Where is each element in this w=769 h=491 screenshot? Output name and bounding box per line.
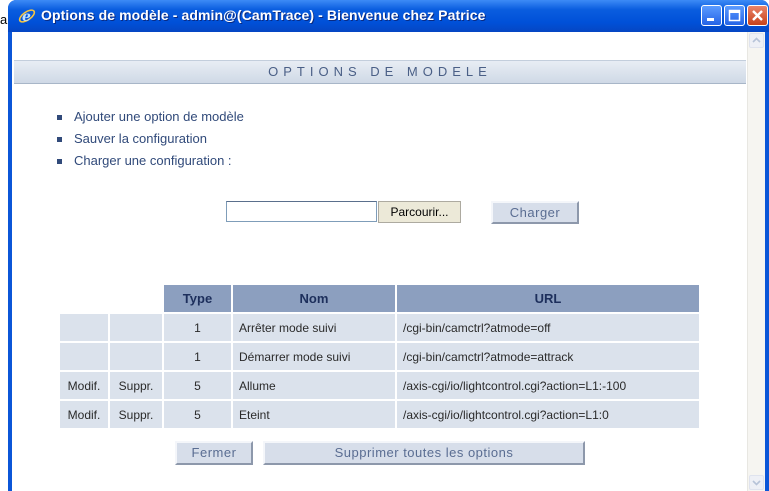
header-empty-suppr (110, 285, 162, 312)
save-config-link[interactable]: Sauver la configuration (56, 128, 244, 150)
row-url: /cgi-bin/camctrl?atmode=attrack (397, 343, 699, 370)
header-empty-modif (60, 285, 108, 312)
browse-button[interactable]: Parcourir... (378, 201, 461, 223)
row-name: Eteint (233, 401, 395, 428)
bullet-icon (57, 159, 62, 164)
minimize-icon[interactable] (701, 5, 722, 26)
header-url: URL (397, 285, 699, 312)
row-url: /axis-cgi/io/lightcontrol.cgi?action=L1:… (397, 372, 699, 399)
row-name: Arrêter mode suivi (233, 314, 395, 341)
vertical-scrollbar[interactable] (747, 32, 765, 491)
scroll-down-icon[interactable] (749, 475, 764, 490)
row-url: /cgi-bin/camctrl?atmode=off (397, 314, 699, 341)
row-modify-link[interactable]: Modif. (60, 372, 108, 399)
scroll-up-icon[interactable] (749, 33, 764, 48)
table-row: Modif. Suppr. 5 Eteint /axis-cgi/io/ligh… (60, 401, 699, 428)
load-config-label: Charger une configuration : (56, 150, 244, 172)
close-icon[interactable] (747, 5, 768, 26)
table-row: 1 Démarrer mode suivi /cgi-bin/camctrl?a… (60, 343, 699, 370)
table-row: 1 Arrêter mode suivi /cgi-bin/camctrl?at… (60, 314, 699, 341)
row-type: 1 (164, 343, 231, 370)
bullet-icon (57, 137, 62, 142)
add-option-link[interactable]: Ajouter une option de modèle (56, 106, 244, 128)
options-table: Type Nom URL 1 Arrêter mode suivi /cgi-b… (58, 283, 701, 430)
maximize-icon[interactable] (724, 5, 745, 26)
row-modify-link[interactable]: Modif. (60, 401, 108, 428)
ie-icon: e (18, 7, 36, 25)
row-delete-link (110, 343, 162, 370)
table-row: Modif. Suppr. 5 Allume /axis-cgi/io/ligh… (60, 372, 699, 399)
header-type: Type (164, 285, 231, 312)
load-button[interactable]: Charger (491, 201, 579, 224)
add-option-link-text[interactable]: Ajouter une option de modèle (74, 109, 244, 124)
title-bar[interactable]: e Options de modèle - admin@(CamTrace) -… (8, 0, 769, 32)
file-path-input[interactable] (226, 201, 377, 222)
window-client-area: OPTIONS DE MODELE Ajouter une option de … (12, 32, 765, 491)
row-type: 1 (164, 314, 231, 341)
save-config-link-text[interactable]: Sauver la configuration (74, 131, 207, 146)
row-delete-link[interactable]: Suppr. (110, 372, 162, 399)
popup-window: e Options de modèle - admin@(CamTrace) -… (8, 0, 769, 491)
bullet-icon (57, 115, 62, 120)
header-nom: Nom (233, 285, 395, 312)
row-delete-link (110, 314, 162, 341)
row-modify-link (60, 314, 108, 341)
row-name: Allume (233, 372, 395, 399)
row-name: Démarrer mode suivi (233, 343, 395, 370)
window-title: Options de modèle - admin@(CamTrace) - B… (41, 7, 486, 23)
row-modify-link (60, 343, 108, 370)
delete-all-options-button[interactable]: Supprimer toutes les options (263, 441, 585, 465)
action-links: Ajouter une option de modèle Sauver la c… (56, 106, 244, 172)
row-type: 5 (164, 401, 231, 428)
page-heading: OPTIONS DE MODELE (14, 60, 746, 84)
load-config-label-text: Charger une configuration : (74, 153, 232, 168)
close-button[interactable]: Fermer (175, 441, 253, 465)
row-url: /axis-cgi/io/lightcontrol.cgi?action=L1:… (397, 401, 699, 428)
table-header-row: Type Nom URL (60, 285, 699, 312)
svg-text:e: e (22, 9, 31, 25)
row-delete-link[interactable]: Suppr. (110, 401, 162, 428)
row-type: 5 (164, 372, 231, 399)
background-edge-text: a (0, 12, 8, 27)
page-content: OPTIONS DE MODELE Ajouter une option de … (12, 32, 748, 491)
